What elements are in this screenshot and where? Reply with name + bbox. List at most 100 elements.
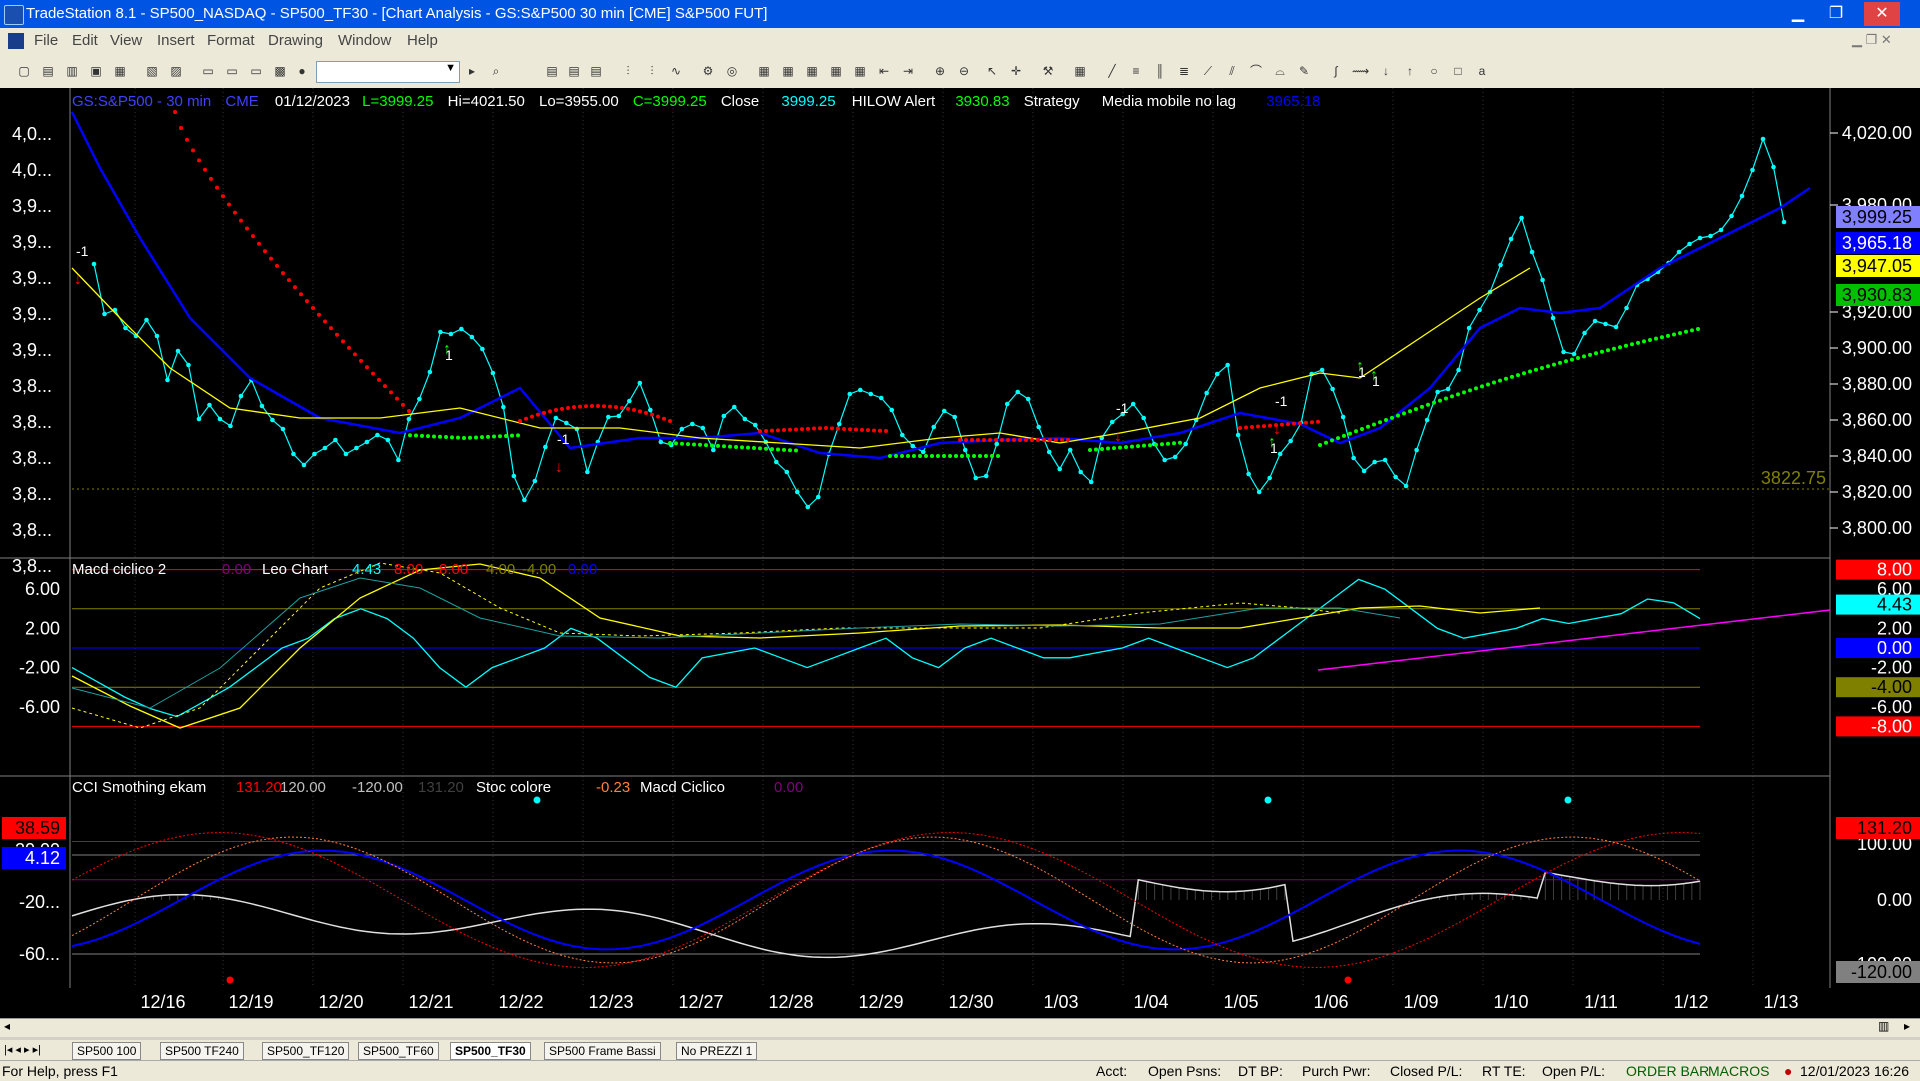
tile-icon[interactable]: ▩ bbox=[272, 63, 288, 79]
scroll-left-icon[interactable]: ◂ bbox=[4, 1019, 10, 1033]
menu-format[interactable]: Format bbox=[207, 32, 255, 49]
menu-edit[interactable]: Edit bbox=[72, 32, 98, 49]
hilow-red-dot bbox=[970, 438, 974, 442]
pointer-icon[interactable]: ↖ bbox=[984, 63, 1000, 79]
chart-canvas[interactable]: 4,020.003,980.003,920.003,900.003,880.00… bbox=[0, 88, 1920, 1018]
cci-trough-dot bbox=[226, 976, 234, 984]
hilow-green-dot bbox=[1666, 333, 1670, 338]
hilow-green-dot bbox=[1504, 376, 1508, 381]
mdi-controls[interactable]: ▁ ❐ ✕ bbox=[1852, 32, 1912, 50]
open-icon[interactable]: ▤ bbox=[40, 63, 56, 79]
arc-icon[interactable]: ⌓ bbox=[1272, 63, 1288, 79]
compress-icon[interactable]: ⇤ bbox=[876, 63, 892, 79]
crosshair-icon[interactable]: ✛ bbox=[1008, 63, 1024, 79]
hilow-red-dot bbox=[317, 312, 321, 317]
horizontal-scrollbar[interactable]: ◂ ▥ ▸ bbox=[0, 1018, 1920, 1037]
cci-legend: CCI Smothing ekam 131.20120.00 -120.00 131.… bbox=[72, 779, 803, 796]
ellipse-icon[interactable]: ○ bbox=[1426, 63, 1442, 79]
indicator-icon[interactable]: ∿ bbox=[668, 63, 684, 79]
scroll-thumb[interactable]: ▥ bbox=[1878, 1019, 1889, 1033]
menu-view[interactable]: View bbox=[110, 32, 142, 49]
menu-window[interactable]: Window bbox=[338, 32, 391, 49]
status-macros[interactable]: MACROS bbox=[1708, 1063, 1769, 1079]
hammer-icon[interactable]: ⚒ bbox=[1040, 63, 1056, 79]
workspace-icon[interactable]: ▥ bbox=[64, 63, 80, 79]
radar-icon[interactable]: ◎ bbox=[724, 63, 740, 79]
hilow-green-dot bbox=[1534, 367, 1538, 372]
chart2-icon[interactable]: ▤ bbox=[566, 63, 582, 79]
trendline-icon[interactable]: ╱ bbox=[1104, 63, 1120, 79]
save-icon[interactable]: ▣ bbox=[88, 63, 104, 79]
menu-drawing[interactable]: Drawing bbox=[268, 32, 323, 49]
hilow-red-dot bbox=[329, 326, 333, 331]
arrow-right-icon[interactable]: ▸ bbox=[464, 63, 480, 79]
tab-sp500-tf240[interactable]: SP500 TF240 bbox=[160, 1042, 244, 1060]
channel-icon[interactable]: ⫽ bbox=[1224, 63, 1240, 79]
new-icon[interactable]: ▢ bbox=[16, 63, 32, 79]
arrow-up-draw-icon[interactable]: ↑ bbox=[1402, 63, 1418, 79]
text-tool-icon[interactable]: a bbox=[1474, 63, 1490, 79]
hilow-green-dot bbox=[1648, 338, 1652, 343]
chart-area[interactable]: 4,020.00 3,980.00 3,920.00 3,900.00 3,880.00… bbox=[0, 88, 1920, 1028]
legend-date: 01/12/2023 bbox=[275, 93, 350, 110]
menu-insert[interactable]: Insert bbox=[157, 32, 195, 49]
scroll-right-icon[interactable]: ▸ bbox=[1904, 1019, 1910, 1033]
tools3-icon[interactable]: ▦ bbox=[852, 63, 868, 79]
find-icon[interactable]: ⌕ bbox=[488, 63, 504, 79]
status-order-bar[interactable]: ORDER BAR bbox=[1626, 1063, 1709, 1079]
tab-sp500-frame-bassi[interactable]: SP500 Frame Bassi bbox=[544, 1042, 661, 1060]
window3-icon[interactable]: ▭ bbox=[248, 63, 264, 79]
restore-button[interactable]: ❐ bbox=[1818, 2, 1854, 26]
tab-no-prezzi-1[interactable]: No PREZZI 1 bbox=[676, 1042, 758, 1060]
print-icon[interactable]: ▧ bbox=[144, 63, 160, 79]
save-all-icon[interactable]: ▦ bbox=[112, 63, 128, 79]
alerts-icon[interactable]: ▦ bbox=[1072, 63, 1088, 79]
pencil-icon[interactable]: ✎ bbox=[1296, 63, 1312, 79]
macd-left-tick: -6.00 bbox=[19, 697, 60, 717]
tab-nav-icon[interactable]: |◂ ◂ ▸ ▸| bbox=[4, 1043, 41, 1056]
rectangle-icon[interactable]: □ bbox=[1450, 63, 1466, 79]
price-dot bbox=[1078, 469, 1084, 475]
close-button[interactable]: ✕ bbox=[1864, 2, 1900, 26]
hilow-green-dot bbox=[420, 433, 424, 438]
expand-icon[interactable]: ⇥ bbox=[900, 63, 916, 79]
macd-left-tick: 2.00 bbox=[25, 618, 60, 638]
hilow-green-dot bbox=[1618, 345, 1622, 350]
freeform-icon[interactable]: ∫ bbox=[1328, 63, 1344, 79]
tab-sp500-tf60[interactable]: SP500_TF60 bbox=[358, 1042, 439, 1060]
buy-arrow-icon: ↑ bbox=[1370, 367, 1378, 384]
hline-icon[interactable]: ≡ bbox=[1128, 63, 1144, 79]
window-icon[interactable]: ▭ bbox=[200, 63, 216, 79]
workspace-dropdown[interactable]: ▼ bbox=[316, 61, 460, 83]
cycle-icon[interactable]: ⌒ bbox=[1248, 63, 1264, 79]
price-dot bbox=[1109, 419, 1115, 425]
tab-sp500-tf30[interactable]: SP500_TF30 bbox=[450, 1042, 531, 1060]
legend-hi: Hi=4021.50 bbox=[448, 93, 525, 110]
vline-icon[interactable]: ║ bbox=[1152, 63, 1168, 79]
format-icon[interactable]: ▦ bbox=[756, 63, 772, 79]
price-dot bbox=[102, 311, 107, 317]
zoom-in-icon[interactable]: ⊕ bbox=[932, 63, 948, 79]
print-preview-icon[interactable]: ▨ bbox=[168, 63, 184, 79]
window2-icon[interactable]: ▭ bbox=[224, 63, 240, 79]
bars-icon[interactable]: ⫶ bbox=[620, 63, 636, 79]
minimize-button[interactable]: ▁ bbox=[1780, 2, 1816, 26]
chart3-icon[interactable]: ▤ bbox=[588, 63, 604, 79]
fan-icon[interactable]: ⟿ bbox=[1352, 63, 1369, 79]
hilow-green-dot bbox=[492, 434, 496, 439]
menu-help[interactable]: Help bbox=[407, 32, 438, 49]
tools-icon[interactable]: ▦ bbox=[804, 63, 820, 79]
menu-file[interactable]: File bbox=[34, 32, 58, 49]
tools2-icon[interactable]: ▦ bbox=[828, 63, 844, 79]
color-icon[interactable]: ● bbox=[294, 63, 310, 79]
zoom-out-icon[interactable]: ⊖ bbox=[956, 63, 972, 79]
strategy-icon[interactable]: ⚙ bbox=[700, 63, 716, 79]
chart-icon[interactable]: ▤ bbox=[544, 63, 560, 79]
tab-sp500-100[interactable]: SP500 100 bbox=[72, 1042, 142, 1060]
data-window-icon[interactable]: ▦ bbox=[780, 63, 796, 79]
gann-icon[interactable]: ⟋ bbox=[1200, 63, 1216, 79]
candles-icon[interactable]: ⫶ bbox=[644, 63, 660, 79]
arrow-down-draw-icon[interactable]: ↓ bbox=[1378, 63, 1394, 79]
fib-icon[interactable]: ≣ bbox=[1176, 63, 1192, 79]
tab-sp500-tf120[interactable]: SP500_TF120 bbox=[262, 1042, 350, 1060]
